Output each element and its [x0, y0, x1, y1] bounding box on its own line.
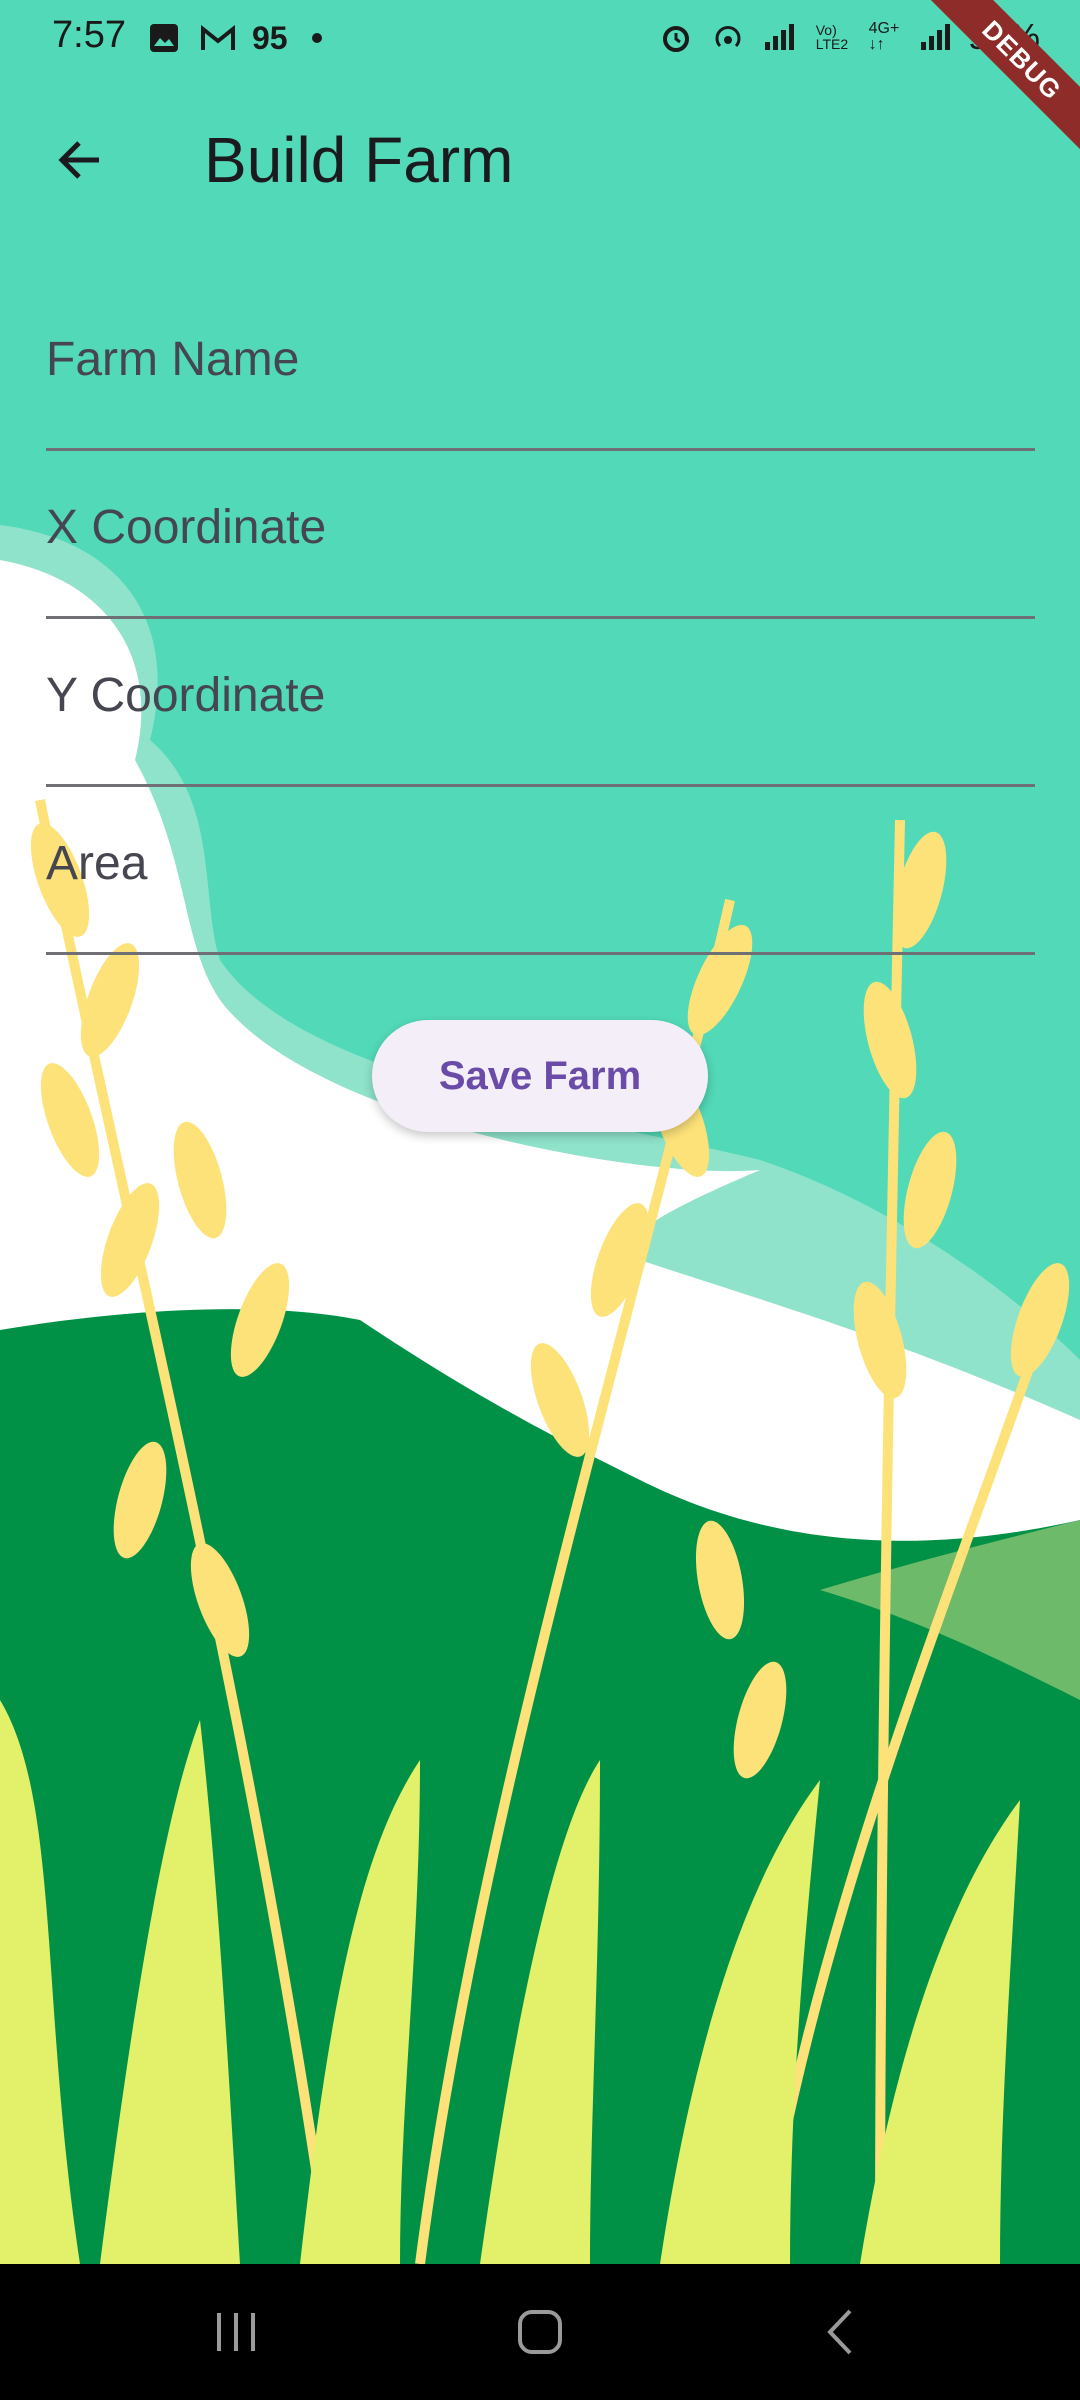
status-left-icons: 95	[144, 18, 322, 58]
signal-icon	[760, 17, 800, 57]
farm-name-field[interactable]: Farm Name	[46, 290, 1035, 458]
farm-form: Farm Name X Coordinate Y Coordinate Area	[46, 290, 1035, 962]
system-nav-bar	[0, 2264, 1080, 2400]
x-coordinate-label: X Coordinate	[46, 501, 327, 554]
hotspot-icon	[708, 17, 748, 57]
y-coordinate-field[interactable]: Y Coordinate	[46, 626, 1035, 794]
alarm-icon	[656, 17, 696, 57]
4g-icon: 4G+ ↓↑	[868, 20, 900, 53]
page-title: Build Farm	[204, 124, 514, 196]
back-button[interactable]	[42, 122, 118, 198]
area-underline	[46, 952, 1035, 955]
back-icon	[827, 2309, 852, 2355]
status-bar: 7:57 95 Vo)LTE2 4G+↓↑ 90%	[0, 0, 1080, 84]
recents-icon	[217, 2313, 255, 2351]
y-coordinate-label: Y Coordinate	[46, 669, 326, 722]
recents-button[interactable]	[176, 2294, 296, 2370]
farm-name-label: Farm Name	[46, 333, 300, 386]
area-label: Area	[46, 837, 148, 890]
area-field[interactable]: Area	[46, 794, 1035, 962]
farm-name-underline	[46, 448, 1035, 451]
notification-dot	[311, 33, 322, 43]
image-icon	[144, 18, 184, 58]
home-button[interactable]	[480, 2294, 600, 2370]
app-bar: Build Farm	[0, 84, 1080, 234]
arrow-left-icon	[58, 141, 99, 179]
volte-icon: Vo) LTE2	[815, 22, 849, 52]
status-time: 7:57	[52, 14, 126, 56]
x-coordinate-field[interactable]: X Coordinate	[46, 458, 1035, 626]
nav-back-button[interactable]	[780, 2294, 900, 2370]
y-coordinate-underline	[46, 784, 1035, 787]
notification-count: 95	[252, 19, 288, 56]
home-icon	[518, 2310, 562, 2354]
x-coordinate-underline	[46, 616, 1035, 619]
save-farm-button[interactable]: Save Farm	[372, 1020, 708, 1132]
signal-icon-2	[916, 17, 956, 57]
gmail-icon	[198, 18, 238, 58]
